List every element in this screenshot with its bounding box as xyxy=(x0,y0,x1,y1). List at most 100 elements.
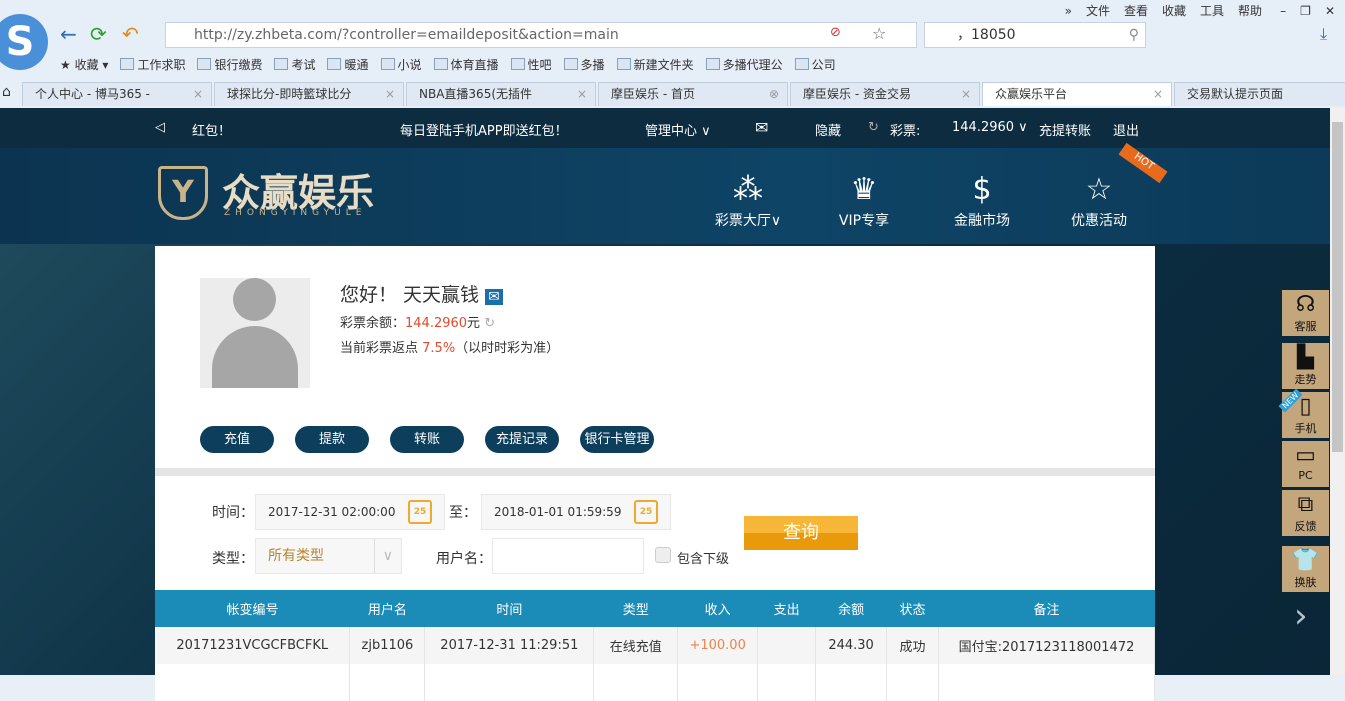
chevron-right-icon[interactable]: › xyxy=(1294,596,1308,636)
notice[interactable]: 每日登陆手机APP即送红包！ xyxy=(400,120,568,139)
browser-tab[interactable]: 个人中心 - 博马365 - × xyxy=(22,82,212,106)
hide-balance[interactable]: 隐藏 xyxy=(815,120,841,139)
browser-tab[interactable]: 交易默认提示页面× xyxy=(1174,82,1345,106)
bookmark[interactable]: 新建文件夹 xyxy=(617,58,694,72)
bookmark[interactable]: 性吧 xyxy=(511,58,552,72)
deposit-withdraw-link[interactable]: 充提转账 xyxy=(1039,120,1091,139)
browser-tab[interactable]: 球探比分-即時籃球比分× xyxy=(214,82,404,106)
menu-tools[interactable]: 工具 xyxy=(1200,4,1224,18)
chevron-down-icon: ∨ xyxy=(374,539,393,573)
tab-close-icon[interactable]: ⊗ xyxy=(769,83,779,105)
close-icon[interactable]: ✕ xyxy=(1325,4,1335,18)
account-panel: 您好！ 天天赢钱 ✉ 彩票余额：144.2960元 ↻ 当前彩票返点 7.5%（… xyxy=(155,246,1155,675)
menu-file[interactable]: 文件 xyxy=(1086,4,1110,18)
browser-tab[interactable]: 摩臣娱乐 - 首页⊗ xyxy=(598,82,788,106)
sidebar-trend[interactable]: ▙走势 xyxy=(1282,343,1329,389)
sidebar-support[interactable]: ☊客服 xyxy=(1282,290,1329,336)
menu-view[interactable]: 查看 xyxy=(1124,4,1148,18)
records-button[interactable]: 充提记录 xyxy=(485,426,559,453)
search-input[interactable]: ，18050⚲ xyxy=(924,22,1146,48)
table-row-empty xyxy=(155,664,1155,701)
money-bag-icon: $ xyxy=(937,170,1027,210)
tab-close-icon[interactable]: × xyxy=(577,83,587,105)
bookmark[interactable]: 暖通 xyxy=(327,58,368,72)
to-label: 至： xyxy=(449,502,477,522)
browser-tab[interactable]: NBA直播365(无插件× xyxy=(406,82,596,106)
menu-favorites[interactable]: 收藏 xyxy=(1162,4,1186,18)
username-input[interactable] xyxy=(492,538,644,574)
refresh-icon[interactable]: ↻ xyxy=(868,120,879,135)
balance-value: 144.2960 xyxy=(405,316,467,331)
type-label: 类型： xyxy=(212,548,254,568)
bookmark[interactable]: 多播 xyxy=(564,58,605,72)
sidebar-skin[interactable]: 👕换肤 xyxy=(1282,546,1329,592)
home-icon[interactable]: ⌂ xyxy=(2,84,11,100)
start-date-input[interactable]: 2017-12-31 02:00:0025 xyxy=(255,494,445,530)
bank-card-button[interactable]: 银行卡管理 xyxy=(580,426,654,453)
scrollbar[interactable] xyxy=(1330,108,1345,675)
tab-close-icon[interactable]: × xyxy=(1153,83,1163,105)
undo-icon[interactable]: ↶ xyxy=(122,22,139,46)
sidebar-pc[interactable]: ▭PC xyxy=(1282,441,1329,487)
end-date-input[interactable]: 2018-01-01 01:59:5925 xyxy=(481,494,671,530)
star-icon[interactable]: ☆ xyxy=(872,24,886,43)
download-icon[interactable]: ⤓ xyxy=(1320,24,1327,44)
address-bar[interactable]: http://zy.zhbeta.com/?controller=emailde… xyxy=(165,22,917,48)
balance-line: 彩票余额：144.2960元 ↻ xyxy=(340,312,495,331)
browser-logo-icon: S xyxy=(0,14,48,70)
calendar-icon[interactable]: 25 xyxy=(408,500,432,524)
bookmark[interactable]: 体育直播 xyxy=(434,58,499,72)
tab-close-icon[interactable]: × xyxy=(385,83,395,105)
refresh-icon[interactable]: ⟳ xyxy=(90,22,107,46)
minimize-icon[interactable]: – xyxy=(1280,4,1286,18)
username-label: 用户名： xyxy=(436,548,492,568)
bookmark-favorites[interactable]: ★ 收藏 ▾ xyxy=(60,58,108,72)
logo-subtitle: ZHONGYINGYULE xyxy=(224,208,366,218)
menu-more[interactable]: » xyxy=(1065,4,1072,18)
menu-help[interactable]: 帮助 xyxy=(1238,4,1262,18)
balance-dropdown[interactable]: 144.2960 ∨ xyxy=(952,120,1028,135)
type-select[interactable]: 所有类型∨ xyxy=(255,538,402,574)
lottery-label: 彩票: xyxy=(890,120,920,139)
bookmark[interactable]: 考试 xyxy=(274,58,315,72)
sidebar-mobile[interactable]: ▯手机NEW xyxy=(1282,392,1329,438)
back-icon[interactable]: ← xyxy=(60,22,77,46)
browser-tab[interactable]: 摩臣娱乐 - 资金交易× xyxy=(790,82,980,106)
bookmark[interactable]: 多播代理公 xyxy=(706,58,783,72)
deposit-button[interactable]: 充值 xyxy=(200,426,274,453)
bookmark[interactable]: 工作求职 xyxy=(120,58,185,72)
restore-icon[interactable]: ❐ xyxy=(1300,4,1311,18)
adblock-icon[interactable]: ⊘ xyxy=(830,25,841,40)
headset-icon: ☊ xyxy=(1282,290,1329,318)
bookmark[interactable]: 银行缴费 xyxy=(197,58,262,72)
crown-icon: ♛ xyxy=(819,170,909,210)
refresh-icon[interactable]: ↻ xyxy=(484,316,495,331)
bookmark[interactable]: 公司 xyxy=(795,58,836,72)
include-sub-checkbox[interactable] xyxy=(655,547,671,563)
col-type: 类型 xyxy=(594,590,678,627)
sidebar-feedback[interactable]: ⧉反馈 xyxy=(1282,490,1329,536)
tab-close-icon[interactable]: × xyxy=(961,83,971,105)
nav-finance[interactable]: $金融市场 xyxy=(937,170,1027,230)
browser-tab-active[interactable]: 众赢娱乐平台× xyxy=(982,82,1172,106)
browser-menu: » 文件查看收藏工具帮助 –❐ ✕ xyxy=(1051,2,1335,19)
search-icon[interactable]: ⚲ xyxy=(1129,23,1139,47)
withdraw-button[interactable]: 提款 xyxy=(295,426,369,453)
calendar-icon[interactable]: 25 xyxy=(634,500,658,524)
query-button[interactable]: 查询 xyxy=(744,516,858,550)
logout-link[interactable]: 退出 xyxy=(1113,120,1139,139)
col-user: 用户名 xyxy=(350,590,425,627)
bookmark[interactable]: 小说 xyxy=(381,58,422,72)
manage-center[interactable]: 管理中心 ∨ xyxy=(645,120,711,139)
greeting: 您好！ 天天赢钱 ✉ xyxy=(340,280,503,307)
mail-icon[interactable]: ✉ xyxy=(755,118,768,137)
transfer-button[interactable]: 转账 xyxy=(390,426,464,453)
col-note: 备注 xyxy=(939,590,1155,627)
nav-vip[interactable]: ♛VIP专享 xyxy=(819,170,909,230)
nav-lottery-hall[interactable]: ⁂彩票大厅∨ xyxy=(703,170,793,230)
logo-icon[interactable]: Y xyxy=(158,166,208,220)
speaker-icon: ◁ xyxy=(155,120,165,135)
message-icon[interactable]: ✉ xyxy=(485,289,503,305)
nav-promotions[interactable]: ☆优惠活动 xyxy=(1054,170,1144,230)
tab-close-icon[interactable]: × xyxy=(193,83,203,105)
